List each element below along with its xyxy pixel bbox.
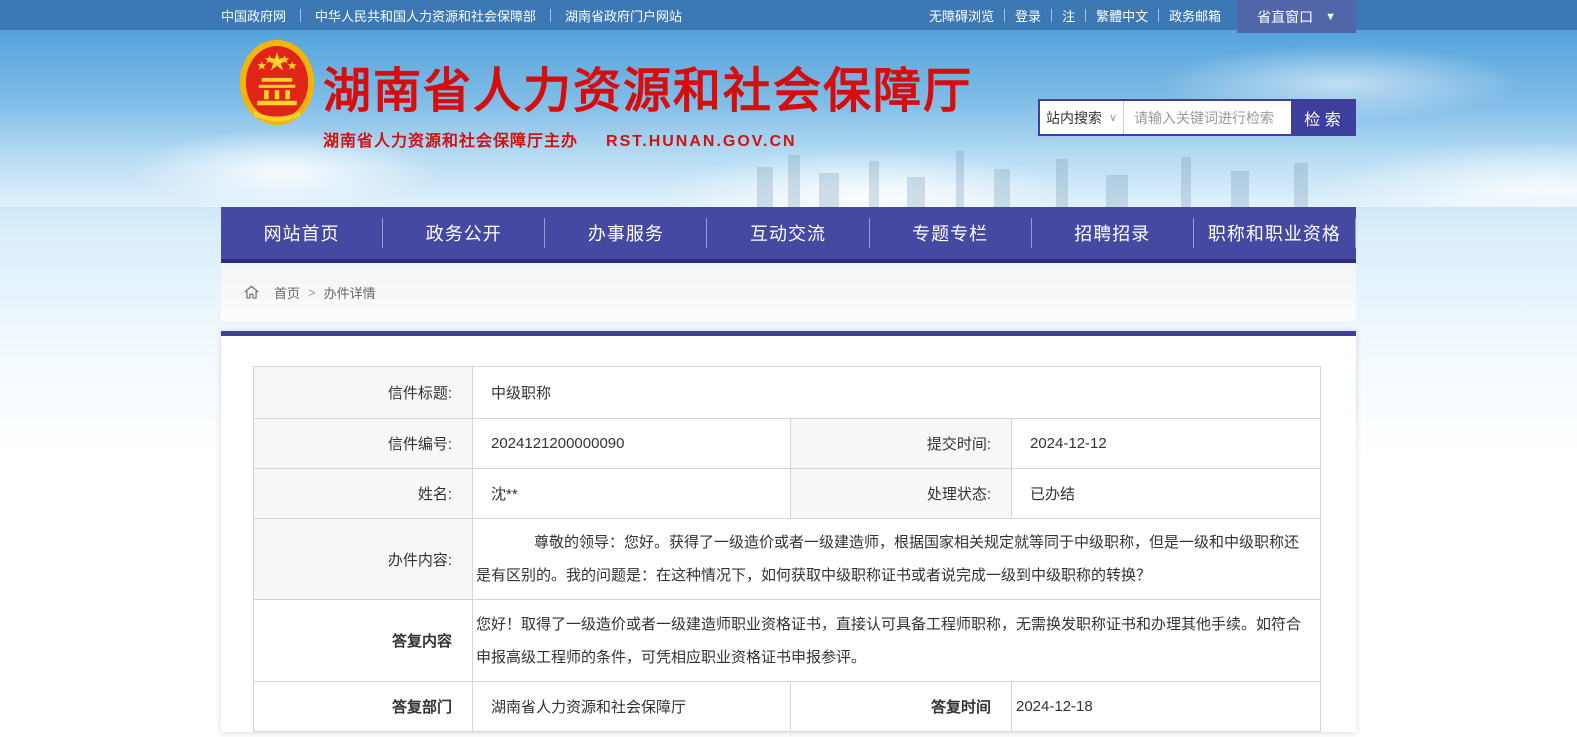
letter-number-value: 2024121200000090 (473, 419, 791, 469)
reply-dept-label: 答复部门 (254, 682, 473, 732)
table-row: 信件编号: 2024121200000090 提交时间: 2024-12-12 (254, 419, 1321, 469)
site-subtitle: 湖南省人力资源和社会保障厅主办 RST.HUNAN.GOV.CN (323, 127, 973, 151)
status-value: 已办结 (1012, 469, 1321, 519)
login-link[interactable]: 登录 (1015, 6, 1041, 25)
table-row: 答复部门 湖南省人力资源和社会保障厅 答复时间 2024-12-18 (254, 682, 1321, 732)
national-emblem-logo (239, 36, 315, 132)
search-button[interactable]: 检 索 (1291, 101, 1354, 134)
register-link[interactable]: 注 (1062, 6, 1075, 25)
site-domain: RST.HUNAN.GOV.CN (606, 133, 797, 150)
separator (1051, 9, 1052, 22)
status-label: 处理状态: (791, 469, 1012, 519)
nav-item-special-topics[interactable]: 专题专栏 (870, 220, 1031, 246)
reply-dept-value: 湖南省人力资源和社会保障厅 (473, 682, 791, 732)
letter-title-value: 中级职称 (473, 367, 1321, 419)
letter-title-label: 信件标题: (254, 367, 473, 419)
main-navigation: 网站首页 政务公开 办事服务 互动交流 专题专栏 招聘招录 职称和职业资格 (0, 207, 1577, 263)
letter-number-label: 信件编号: (254, 419, 473, 469)
nav-item-titles-qualifications[interactable]: 职称和职业资格 (1194, 220, 1355, 246)
submit-time-label: 提交时间: (791, 419, 1012, 469)
table-row: 办件内容: 尊敬的领导：您好。获得了一级造价或者一级建造师，根据国家相关规定就等… (254, 519, 1321, 600)
submit-time-value: 2024-12-12 (1012, 419, 1321, 469)
content-text: 尊敬的领导：您好。获得了一级造价或者一级建造师，根据国家相关规定就等同于中级职称… (476, 526, 1310, 592)
name-label: 姓名: (254, 469, 473, 519)
traditional-chinese-link[interactable]: 繁體中文 (1096, 6, 1148, 25)
search-input[interactable] (1124, 101, 1291, 134)
chevron-down-icon: ▼ (1325, 11, 1336, 23)
top-bar: 中国政府网 中华人民共和国人力资源和社会保障部 湖南省政府门户网站 无障碍浏览 … (0, 0, 1577, 30)
breadcrumb-current: 办件详情 (324, 283, 376, 302)
separator (1085, 9, 1086, 22)
breadcrumb-separator: > (308, 285, 316, 300)
breadcrumb: 首页 > 办件详情 (221, 263, 1356, 321)
reply-time-value: 2024-12-18 (1012, 682, 1321, 732)
separator (300, 9, 301, 22)
topbar-link-hunan-portal[interactable]: 湖南省政府门户网站 (565, 6, 682, 25)
letter-detail-table: 信件标题: 中级职称 信件编号: 2024121200000090 提交时间: … (253, 366, 1321, 732)
search-scope-select[interactable]: 站内搜索 ∨ (1040, 101, 1124, 134)
nav-item-home[interactable]: 网站首页 (221, 220, 382, 246)
nav-item-services[interactable]: 办事服务 (545, 220, 706, 246)
topbar-right-group: 无障碍浏览 登录 注 繁體中文 政务邮箱 省直窗口 ▼ (929, 0, 1356, 30)
content-value: 尊敬的领导：您好。获得了一级造价或者一级建造师，根据国家相关规定就等同于中级职称… (473, 519, 1321, 600)
separator (1158, 9, 1159, 22)
nav-item-recruitment[interactable]: 招聘招录 (1032, 220, 1193, 246)
topbar-link-mohrss[interactable]: 中华人民共和国人力资源和社会保障部 (315, 6, 536, 25)
reply-time-label: 答复时间 (791, 682, 1012, 732)
site-title: 湖南省人力资源和社会保障厅 (323, 66, 973, 119)
topbar-link-gov-cn[interactable]: 中国政府网 (221, 6, 286, 25)
table-row: 姓名: 沈** 处理状态: 已办结 (254, 469, 1321, 519)
home-icon[interactable] (243, 284, 260, 301)
nav-item-gov-disclosure[interactable]: 政务公开 (383, 220, 544, 246)
province-window-dropdown[interactable]: 省直窗口 ▼ (1237, 0, 1356, 33)
nav-item-interaction[interactable]: 互动交流 (707, 220, 868, 246)
site-sponsor: 湖南省人力资源和社会保障厅主办 (323, 133, 578, 150)
reply-content-value: 您好！取得了一级造价或者一级建造师职业资格证书，直接认可具备工程师职称，无需换发… (473, 600, 1321, 682)
breadcrumb-home-link[interactable]: 首页 (274, 283, 300, 302)
accessibility-link[interactable]: 无障碍浏览 (929, 6, 994, 25)
search-scope-label: 站内搜索 (1046, 108, 1102, 128)
content-label: 办件内容: (254, 519, 473, 600)
separator (550, 9, 551, 22)
table-row: 答复内容 您好！取得了一级造价或者一级建造师职业资格证书，直接认可具备工程师职称… (254, 600, 1321, 682)
name-value: 沈** (473, 469, 791, 519)
gov-mailbox-link[interactable]: 政务邮箱 (1169, 6, 1221, 25)
province-window-label: 省直窗口 (1257, 7, 1313, 27)
separator (1004, 9, 1005, 22)
reply-content-label: 答复内容 (254, 600, 473, 682)
city-skyline-decoration (732, 149, 1356, 207)
chevron-down-icon: ∨ (1109, 111, 1117, 124)
reply-text: 您好！取得了一级造价或者一级建造师职业资格证书，直接认可具备工程师职称，无需换发… (476, 608, 1310, 674)
content-panel: 信件标题: 中级职称 信件编号: 2024121200000090 提交时间: … (221, 331, 1356, 732)
separator (1355, 218, 1356, 248)
site-header: 湖南省人力资源和社会保障厅 湖南省人力资源和社会保障厅主办 RST.HUNAN.G… (0, 30, 1577, 207)
table-row: 信件标题: 中级职称 (254, 367, 1321, 419)
site-search: 站内搜索 ∨ 检 索 (1038, 99, 1356, 136)
